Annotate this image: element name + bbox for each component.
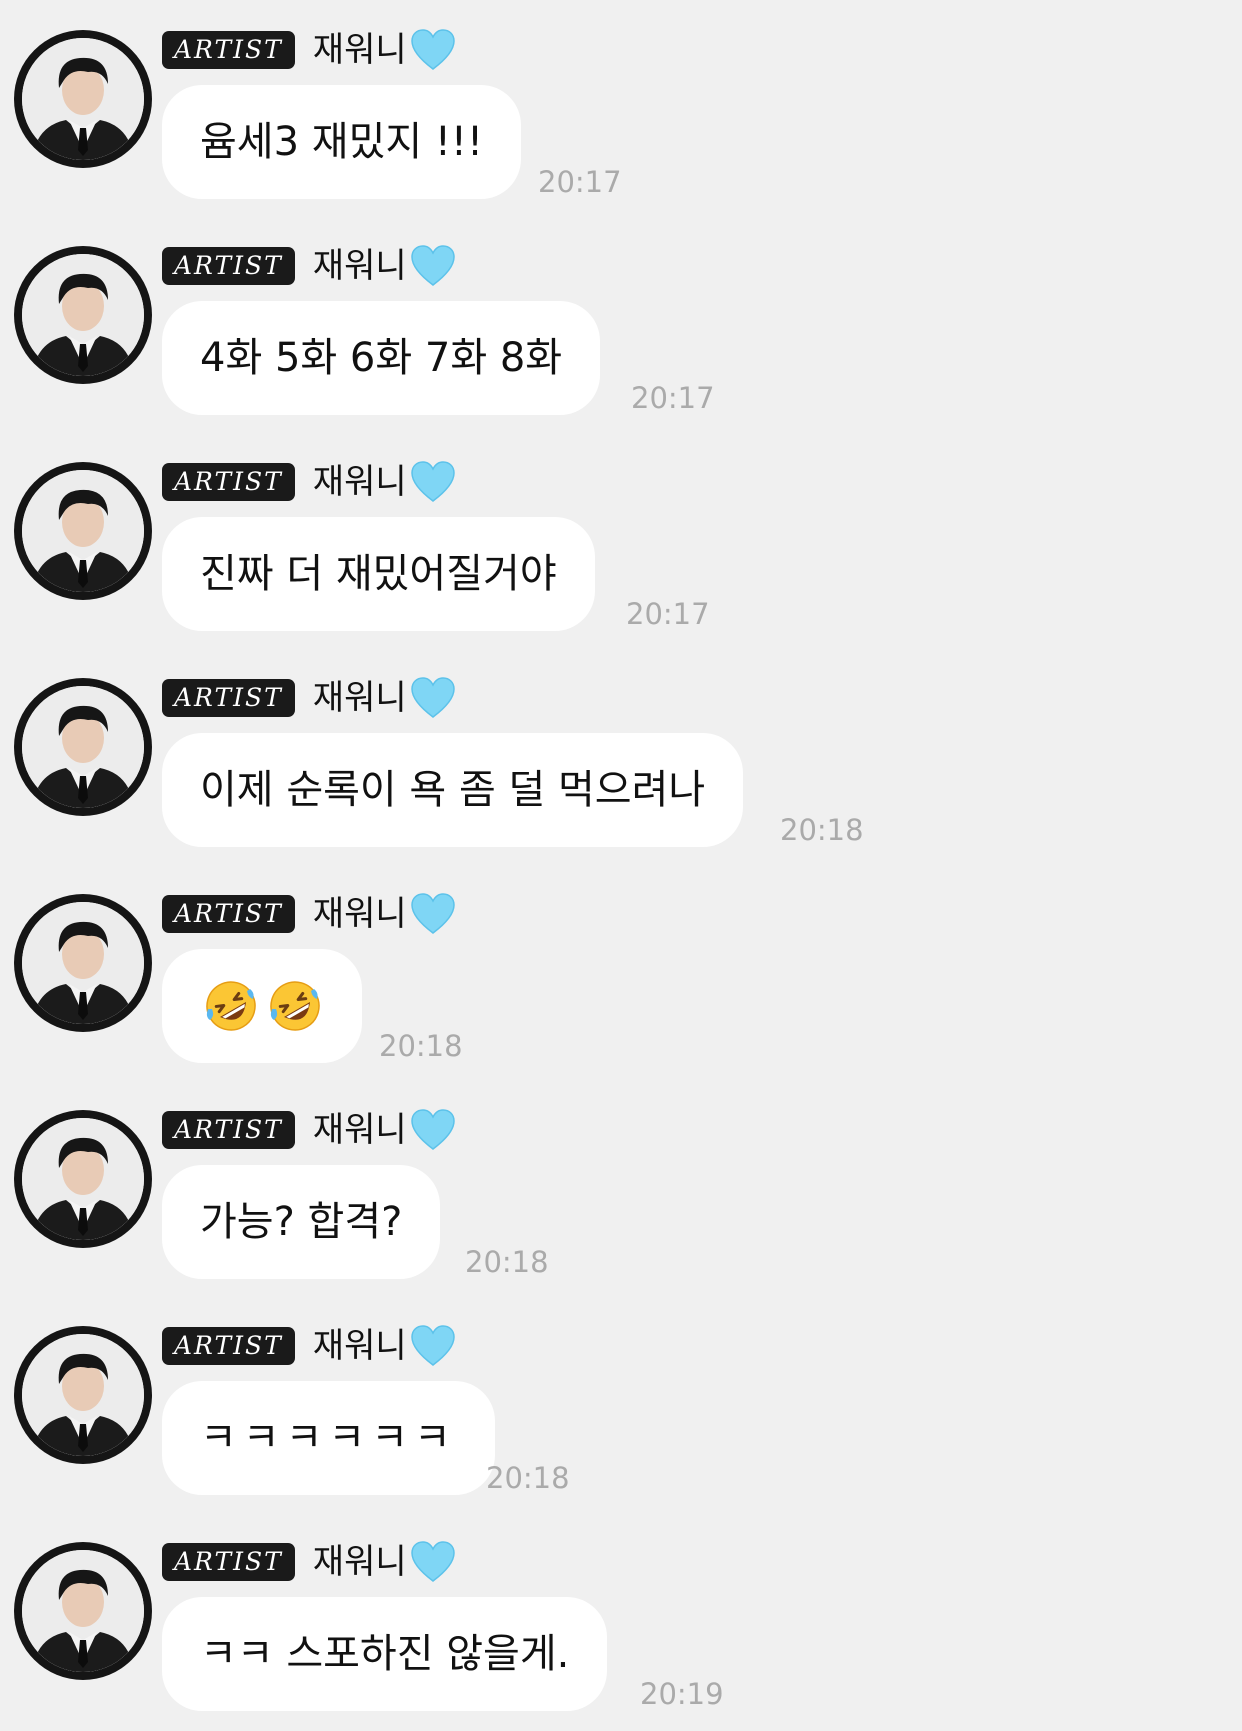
- avatar[interactable]: [14, 1110, 152, 1248]
- message-time: 20:18: [486, 1461, 570, 1495]
- sender-name[interactable]: 재워니: [313, 244, 407, 288]
- sender-name[interactable]: 재워니: [313, 676, 407, 720]
- avatar[interactable]: [14, 894, 152, 1032]
- profile-photo-icon: [22, 1550, 144, 1672]
- light-blue-heart-icon: [410, 29, 455, 71]
- sender-name[interactable]: 재워니: [313, 1540, 407, 1584]
- message-time: 20:18: [465, 1245, 549, 1279]
- profile-photo-icon: [22, 1334, 144, 1456]
- avatar[interactable]: [14, 462, 152, 600]
- light-blue-heart-icon: [410, 461, 455, 503]
- message-bubble[interactable]: ㅋㅋㅋㅋㅋㅋ: [162, 1381, 495, 1495]
- message-bubble[interactable]: 4화 5화 6화 7화 8화: [162, 301, 601, 415]
- chat-message: ARTIST 재워니 4화 5화 6화 7화 8화 20:17: [0, 216, 1242, 432]
- rolling-on-floor-laughing-icon: [270, 981, 320, 1031]
- rolling-on-floor-laughing-icon: [206, 981, 256, 1031]
- message-time: 20:17: [626, 597, 710, 631]
- sender-name[interactable]: 재워니: [313, 892, 407, 936]
- light-blue-heart-icon: [410, 1325, 455, 1367]
- chat-message: ARTIST 재워니 20:18: [0, 864, 1242, 1080]
- light-blue-heart-icon: [410, 677, 455, 719]
- profile-photo-icon: [22, 254, 144, 376]
- artist-badge: ARTIST: [162, 31, 295, 69]
- sender-name-row: ARTIST 재워니: [162, 244, 455, 288]
- profile-photo-icon: [22, 902, 144, 1024]
- light-blue-heart-icon: [410, 1109, 455, 1151]
- light-blue-heart-icon: [410, 245, 455, 287]
- avatar[interactable]: [14, 1542, 152, 1680]
- emoji-group: [204, 949, 332, 1063]
- chat-message: ARTIST 재워니 진짜 더 재밌어질거야 20:17: [0, 432, 1242, 648]
- message-bubble[interactable]: [162, 949, 362, 1063]
- artist-badge: ARTIST: [162, 463, 295, 501]
- sender-name[interactable]: 재워니: [313, 1108, 407, 1152]
- sender-name[interactable]: 재워니: [313, 460, 407, 504]
- message-time: 20:19: [640, 1677, 724, 1711]
- chat-message: ARTIST 재워니 가능? 합격? 20:18: [0, 1080, 1242, 1296]
- profile-photo-icon: [22, 470, 144, 592]
- artist-badge: ARTIST: [162, 247, 295, 285]
- message-time: 20:18: [780, 813, 864, 847]
- profile-photo-icon: [22, 38, 144, 160]
- sender-name-row: ARTIST 재워니: [162, 1324, 455, 1368]
- sender-name-row: ARTIST 재워니: [162, 28, 455, 72]
- profile-photo-icon: [22, 1118, 144, 1240]
- message-time: 20:17: [538, 165, 622, 199]
- artist-badge: ARTIST: [162, 1543, 295, 1581]
- avatar[interactable]: [14, 30, 152, 168]
- light-blue-heart-icon: [410, 1541, 455, 1583]
- sender-name-row: ARTIST 재워니: [162, 676, 455, 720]
- sender-name-row: ARTIST 재워니: [162, 1108, 455, 1152]
- sender-name-row: ARTIST 재워니: [162, 892, 455, 936]
- message-bubble[interactable]: 윰세3 재밌지 !!!: [162, 85, 521, 199]
- message-time: 20:17: [631, 381, 715, 415]
- chat-message: ARTIST 재워니 윰세3 재밌지 !!! 20:17: [0, 0, 1242, 216]
- message-bubble[interactable]: 진짜 더 재밌어질거야: [162, 517, 595, 631]
- chat-message-list[interactable]: ARTIST 재워니 윰세3 재밌지 !!! 20:17 ARTIST 재워니 …: [0, 0, 1242, 1731]
- message-bubble[interactable]: 이제 순록이 욕 좀 덜 먹으려나: [162, 733, 744, 847]
- artist-badge: ARTIST: [162, 1327, 295, 1365]
- profile-photo-icon: [22, 686, 144, 808]
- sender-name[interactable]: 재워니: [313, 1324, 407, 1368]
- artist-badge: ARTIST: [162, 679, 295, 717]
- avatar[interactable]: [14, 1326, 152, 1464]
- message-time: 20:18: [379, 1029, 463, 1063]
- light-blue-heart-icon: [410, 893, 455, 935]
- avatar[interactable]: [14, 246, 152, 384]
- chat-message: ARTIST 재워니 ㅋㅋ 스포하진 않을게. 20:19: [0, 1512, 1242, 1728]
- message-bubble[interactable]: 가능? 합격?: [162, 1165, 441, 1279]
- artist-badge: ARTIST: [162, 895, 295, 933]
- message-bubble[interactable]: ㅋㅋ 스포하진 않을게.: [162, 1597, 608, 1711]
- sender-name[interactable]: 재워니: [313, 28, 407, 72]
- avatar[interactable]: [14, 678, 152, 816]
- sender-name-row: ARTIST 재워니: [162, 1540, 455, 1584]
- sender-name-row: ARTIST 재워니: [162, 460, 455, 504]
- artist-badge: ARTIST: [162, 1111, 295, 1149]
- chat-message: ARTIST 재워니 ㅋㅋㅋㅋㅋㅋ 20:18: [0, 1296, 1242, 1512]
- chat-message: ARTIST 재워니 이제 순록이 욕 좀 덜 먹으려나 20:18: [0, 648, 1242, 864]
